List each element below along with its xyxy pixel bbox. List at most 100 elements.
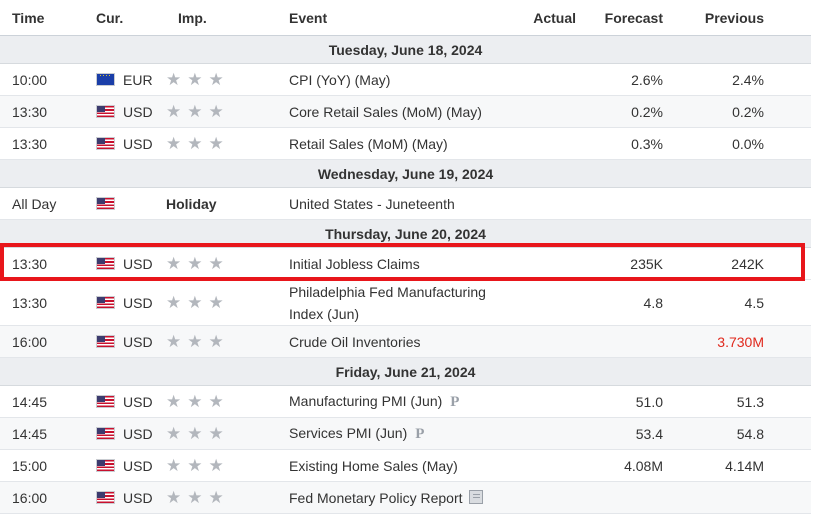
header-event[interactable]: Event bbox=[277, 0, 503, 36]
day-label: Thursday, June 20, 2024 bbox=[0, 219, 811, 248]
preliminary-icon[interactable]: P bbox=[450, 394, 459, 411]
event-name[interactable]: Initial Jobless Claims bbox=[289, 256, 420, 272]
event-row[interactable]: 13:30 USD ★ ★ ★ Retail Sales (MoM) (May) 0… bbox=[0, 127, 811, 160]
us-flag-icon bbox=[96, 257, 115, 270]
report-icon[interactable] bbox=[468, 489, 483, 504]
event-actual bbox=[503, 127, 590, 160]
event-time: 13:30 bbox=[0, 279, 84, 326]
star-icon: ★ bbox=[187, 102, 203, 121]
event-row[interactable]: 13:30 USD ★ ★ ★ Philadelphia Fed Manufactu… bbox=[0, 279, 811, 326]
header-actual[interactable]: Actual bbox=[503, 0, 590, 36]
star-icon: ★ bbox=[208, 456, 224, 475]
star-icon: ★ bbox=[208, 332, 224, 351]
header-forecast[interactable]: Forecast bbox=[590, 0, 677, 36]
star-icon: ★ bbox=[208, 424, 224, 443]
event-actual bbox=[503, 187, 590, 220]
event-name[interactable]: Core Retail Sales (MoM) (May) bbox=[289, 104, 482, 120]
star-icon: ★ bbox=[166, 392, 182, 411]
event-name[interactable]: Services PMI (Jun) bbox=[289, 425, 407, 441]
us-flag-icon bbox=[96, 296, 115, 309]
day-row: Thursday, June 20, 2024 bbox=[0, 219, 811, 248]
star-icon: ★ bbox=[166, 424, 182, 443]
header-time[interactable]: Time bbox=[0, 0, 84, 36]
header-previous[interactable]: Previous bbox=[677, 0, 811, 36]
event-previous: 4.5 bbox=[677, 279, 811, 326]
event-time: 10:00 bbox=[0, 63, 84, 96]
event-currency: USD bbox=[123, 489, 153, 506]
event-time: 16:00 bbox=[0, 481, 84, 514]
event-actual bbox=[503, 385, 590, 418]
header-importance[interactable]: Imp. bbox=[166, 0, 277, 36]
event-previous: 2.4% bbox=[677, 63, 811, 96]
event-previous: 0.0% bbox=[677, 127, 811, 160]
event-row[interactable]: 10:00 EUR ★ ★ ★ CPI (YoY) (May) 2.6% 2.4% bbox=[0, 63, 811, 96]
day-label: Wednesday, June 19, 2024 bbox=[0, 159, 811, 188]
star-icon: ★ bbox=[166, 456, 182, 475]
star-icon: ★ bbox=[208, 134, 224, 153]
importance-stars: ★ ★ ★ bbox=[166, 425, 277, 442]
star-icon: ★ bbox=[208, 488, 224, 507]
event-actual bbox=[503, 95, 590, 128]
event-currency: USD bbox=[123, 294, 153, 311]
day-row: Tuesday, June 18, 2024 bbox=[0, 35, 811, 64]
event-actual bbox=[503, 63, 590, 96]
star-icon: ★ bbox=[187, 70, 203, 89]
event-name[interactable]: United States - Juneteenth bbox=[289, 196, 455, 212]
event-actual bbox=[503, 481, 590, 514]
event-name-line1: Philadelphia Fed Manufacturing bbox=[289, 283, 486, 300]
star-icon: ★ bbox=[208, 70, 224, 89]
event-previous: 3.730M bbox=[677, 325, 811, 358]
event-time: 15:00 bbox=[0, 449, 84, 482]
star-icon: ★ bbox=[208, 392, 224, 411]
event-forecast: 4.08M bbox=[590, 449, 677, 482]
importance-stars: ★ ★ ★ bbox=[166, 393, 277, 410]
event-name[interactable]: Manufacturing PMI (Jun) bbox=[289, 393, 442, 409]
event-currency: USD bbox=[123, 457, 153, 474]
event-row-highlighted[interactable]: 13:30 USD ★ ★ ★ Initial Jobless Claims 235… bbox=[0, 247, 811, 280]
event-forecast bbox=[590, 325, 677, 358]
event-actual bbox=[503, 325, 590, 358]
us-flag-icon bbox=[96, 105, 115, 118]
event-name[interactable]: Fed Monetary Policy Report bbox=[289, 490, 463, 506]
event-row[interactable]: 13:30 USD ★ ★ ★ Core Retail Sales (MoM) (M… bbox=[0, 95, 811, 128]
event-time: 13:30 bbox=[0, 95, 84, 128]
event-previous bbox=[677, 481, 811, 514]
day-row: Wednesday, June 19, 2024 bbox=[0, 159, 811, 188]
us-flag-icon bbox=[96, 335, 115, 348]
event-name[interactable]: Existing Home Sales (May) bbox=[289, 458, 458, 474]
preliminary-icon[interactable]: P bbox=[415, 426, 424, 443]
event-forecast: 0.2% bbox=[590, 95, 677, 128]
event-forecast: 51.0 bbox=[590, 385, 677, 418]
us-flag-icon bbox=[96, 459, 115, 472]
star-icon: ★ bbox=[187, 293, 203, 312]
event-previous: 242K bbox=[677, 247, 811, 280]
event-name[interactable]: Philadelphia Fed Manufacturing Index (Jun… bbox=[289, 281, 503, 325]
event-name[interactable]: Crude Oil Inventories bbox=[289, 334, 421, 350]
event-forecast: 53.4 bbox=[590, 417, 677, 450]
event-row[interactable]: 14:45 USD ★ ★ ★ Manufacturing PMI (Jun) P 5… bbox=[0, 385, 811, 418]
event-actual bbox=[503, 247, 590, 280]
header-currency[interactable]: Cur. bbox=[84, 0, 166, 36]
star-icon: ★ bbox=[166, 332, 182, 351]
importance-stars: ★ ★ ★ bbox=[166, 489, 277, 506]
event-name[interactable]: CPI (YoY) (May) bbox=[289, 72, 390, 88]
day-label: Tuesday, June 18, 2024 bbox=[0, 35, 811, 64]
event-row[interactable]: 16:00 USD ★ ★ ★ Fed Monetary Policy Report bbox=[0, 481, 811, 514]
us-flag-icon bbox=[96, 197, 115, 210]
event-name[interactable]: Retail Sales (MoM) (May) bbox=[289, 136, 448, 152]
event-row[interactable]: 14:45 USD ★ ★ ★ Services PMI (Jun) P 53.4 5… bbox=[0, 417, 811, 450]
importance-stars: ★ ★ ★ bbox=[166, 103, 277, 120]
event-row[interactable]: All Day Holiday United States - Juneteen… bbox=[0, 187, 811, 220]
star-icon: ★ bbox=[166, 70, 182, 89]
event-forecast: 0.3% bbox=[590, 127, 677, 160]
star-icon: ★ bbox=[187, 424, 203, 443]
event-row[interactable]: 15:00 USD ★ ★ ★ Existing Home Sales (May) … bbox=[0, 449, 811, 482]
event-time: 14:45 bbox=[0, 385, 84, 418]
event-row[interactable]: 16:00 USD ★ ★ ★ Crude Oil Inventories 3.73… bbox=[0, 325, 811, 358]
event-currency: USD bbox=[123, 103, 153, 120]
event-actual bbox=[503, 417, 590, 450]
event-currency: USD bbox=[123, 255, 153, 272]
header-row: Time Cur. Imp. Event Actual Forecast Pre… bbox=[0, 0, 811, 36]
event-name-line2: Index (Jun) bbox=[289, 305, 360, 322]
star-icon: ★ bbox=[166, 293, 182, 312]
